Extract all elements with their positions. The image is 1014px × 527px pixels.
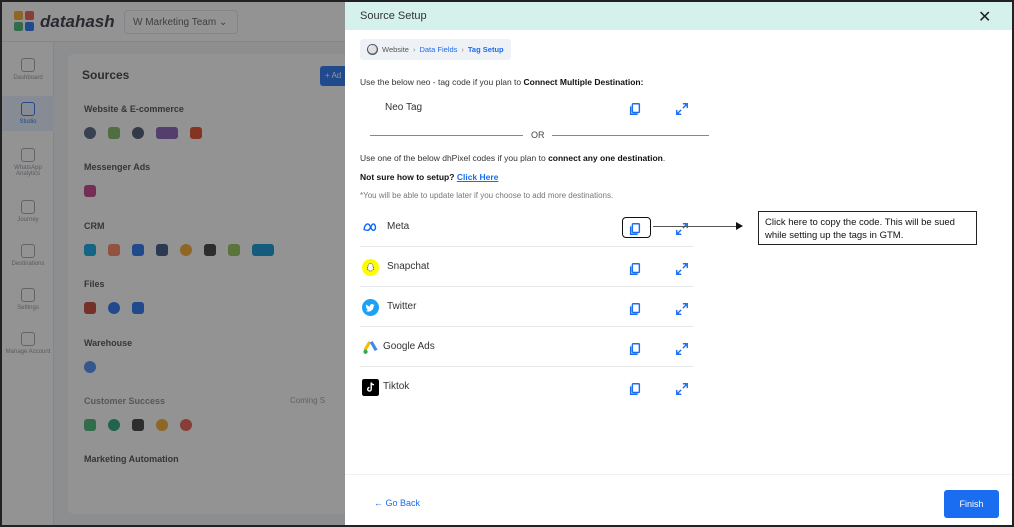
destination-name: Snapchat — [387, 261, 430, 272]
destination-row-snapchat: Snapchat — [360, 247, 693, 287]
destination-row-tiktok: Tiktok — [360, 367, 693, 407]
snapchat-icon — [362, 259, 379, 276]
callout-note: Click here to copy the code. This will b… — [758, 211, 977, 245]
drawer-title: Source Setup — [360, 10, 427, 22]
chevron-right-icon: › — [461, 45, 464, 54]
click-here-link[interactable]: Click Here — [457, 172, 499, 182]
callout-connector — [653, 226, 737, 227]
breadcrumb: ⚪ Website › Data Fields › Tag Setup — [360, 39, 511, 60]
destination-name: Tiktok — [383, 381, 410, 392]
copy-icon[interactable] — [628, 302, 642, 316]
neo-intro-text: Use the below neo - tag code if you plan… — [360, 77, 644, 87]
destination-name: Meta — [387, 221, 410, 232]
expand-icon[interactable] — [675, 222, 689, 236]
or-label: OR — [531, 130, 545, 140]
setup-help: Not sure how to setup? Click Here — [360, 172, 499, 182]
destination-name: Google Ads — [383, 341, 435, 352]
expand-icon[interactable] — [675, 302, 689, 316]
screenshot-frame: datahash W Marketing Team ⌄ Dashboard St… — [0, 0, 1014, 527]
copy-icon[interactable] — [628, 342, 642, 356]
expand-icon[interactable] — [675, 382, 689, 396]
chevron-right-icon: › — [412, 45, 416, 54]
footer-divider — [345, 474, 1012, 475]
divider — [370, 135, 523, 136]
google-ads-icon — [363, 341, 378, 354]
expand-icon[interactable] — [675, 262, 689, 276]
drawer-header: Source Setup ✕ — [345, 2, 1012, 30]
breadcrumb-tag-setup: Tag Setup — [467, 45, 504, 54]
copy-highlight-box — [622, 217, 651, 238]
source-setup-drawer: Source Setup ✕ ⚪ Website › Data Fields ›… — [345, 2, 1012, 525]
tiktok-icon — [362, 379, 379, 396]
update-note: *You will be able to update later if you… — [360, 191, 614, 200]
destination-row-twitter: Twitter — [360, 287, 693, 327]
globe-icon: ⚪ — [367, 44, 378, 55]
destination-name: Twitter — [387, 301, 417, 312]
arrow-left-icon: ← — [374, 498, 383, 508]
destination-row-google-ads: Google Ads — [360, 327, 693, 367]
expand-icon[interactable] — [675, 342, 689, 356]
expand-icon[interactable] — [675, 102, 689, 116]
divider — [552, 135, 709, 136]
copy-icon[interactable] — [628, 382, 642, 396]
copy-icon[interactable] — [628, 102, 642, 116]
close-icon[interactable]: ✕ — [978, 7, 991, 27]
finish-button[interactable]: Finish — [944, 490, 999, 518]
neo-tag-label: Neo Tag — [385, 102, 423, 113]
breadcrumb-website[interactable]: Website — [382, 45, 409, 54]
pixel-intro-text: Use one of the below dhPixel codes if yo… — [360, 153, 666, 163]
meta-icon — [363, 223, 377, 232]
go-back-button[interactable]: ← Go Back — [374, 498, 420, 508]
go-back-label: Go Back — [385, 498, 421, 508]
copy-icon[interactable] — [628, 262, 642, 276]
twitter-icon — [362, 299, 379, 316]
arrow-right-icon — [736, 222, 743, 230]
breadcrumb-data-fields[interactable]: Data Fields — [419, 45, 457, 54]
